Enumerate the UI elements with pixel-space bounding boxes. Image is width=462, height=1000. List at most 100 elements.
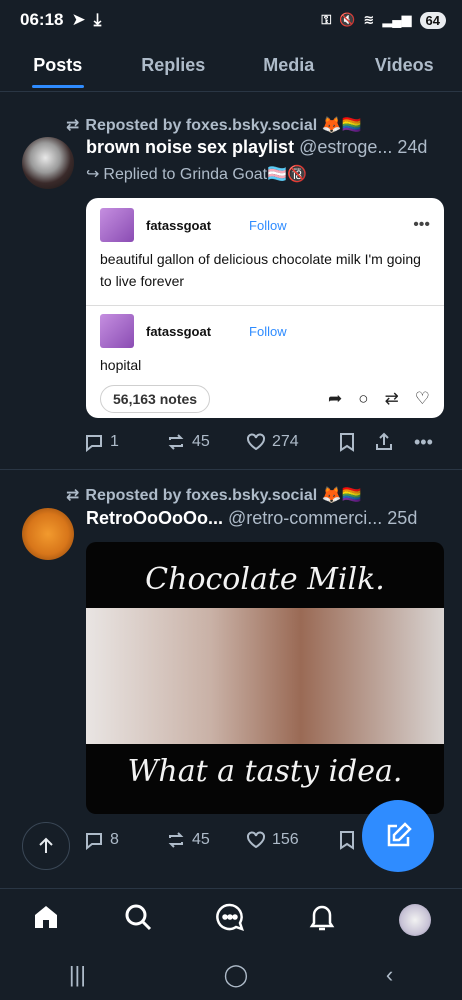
video-bottom-caption: What a tasty idea.: [127, 754, 403, 789]
reply-icon: [86, 435, 102, 452]
reply-button[interactable]: 1: [84, 432, 166, 452]
tumblr-screenshot[interactable]: fatassgoat Follow ••• beautiful gallon o…: [86, 198, 444, 418]
mute-icon: 🔇: [339, 12, 356, 27]
video-top-caption: Chocolate Milk.: [145, 562, 385, 597]
bottom-navigation: [0, 888, 462, 950]
repost-indicator: ⇄ Reposted by foxes.bsky.social 🦊🏳️‍🌈: [66, 485, 361, 505]
profile-tabs: Posts Replies Media Videos: [0, 40, 462, 92]
avatar[interactable]: [22, 137, 74, 189]
wifi-icon: ≋: [363, 12, 375, 27]
scroll-to-top-button[interactable]: [22, 822, 70, 870]
repost-count: 45: [192, 433, 210, 450]
repost-icon: ⇄: [66, 117, 80, 134]
recent-apps-icon[interactable]: |||: [69, 962, 86, 988]
search-icon: [125, 904, 152, 931]
tab-media[interactable]: Media: [231, 40, 347, 91]
home-icon: [35, 906, 57, 928]
reply-count: 1: [110, 433, 119, 450]
timestamp[interactable]: 24d: [397, 137, 427, 158]
bookmark-icon: [340, 831, 354, 850]
search-tab[interactable]: [123, 902, 153, 937]
heart-icon: [247, 433, 265, 451]
chat-tab[interactable]: [215, 902, 245, 937]
embed-footer: 56,163 notes ➦ ○ ⇄ ♡: [86, 376, 444, 418]
embed-username: fatassgoat: [146, 323, 212, 339]
more-icon: •••: [413, 216, 430, 233]
reply-arrow-icon: ↪: [86, 166, 100, 183]
embed-post-header: fatassgoat Follow •••: [86, 198, 444, 242]
timestamp[interactable]: 25d: [387, 508, 417, 529]
reply-icon: [86, 833, 102, 850]
repost-button[interactable]: 45: [166, 830, 246, 850]
profile-avatar: [399, 903, 431, 936]
video-frame: [86, 608, 444, 744]
heart-icon: ♡: [414, 389, 430, 408]
key-icon: ⚿: [321, 12, 332, 27]
battery-indicator: 64: [419, 11, 446, 29]
arrow-up-icon: [39, 837, 53, 853]
download-icon: ⤓: [93, 10, 102, 29]
embed-follow-button: Follow: [249, 217, 287, 233]
tab-posts[interactable]: Posts: [0, 40, 116, 91]
like-button[interactable]: 274: [246, 432, 338, 452]
notes-count: 56,163 notes: [100, 385, 211, 413]
embed-reblog-header: fatassgoat Follow: [86, 306, 444, 348]
bookmark-icon: [340, 433, 354, 452]
notifications-tab[interactable]: [307, 902, 337, 937]
embed-text: beautiful gallon of delicious chocolate …: [100, 251, 421, 289]
share-icon: [376, 432, 392, 450]
share-icon: ➦: [327, 389, 343, 408]
display-name[interactable]: RetroOoOoOo...: [86, 508, 223, 529]
reblog-icon: ⇄: [384, 389, 399, 408]
repost-label: Reposted by foxes.bsky.social 🦊🏳️‍🌈: [85, 487, 362, 504]
repost-icon: [168, 832, 184, 848]
display-name[interactable]: brown noise sex playlist: [86, 137, 294, 158]
handle[interactable]: @retro-commerci...: [228, 508, 382, 529]
embed-avatar: [100, 314, 134, 348]
bookmark-button[interactable]: [338, 432, 374, 452]
more-icon: •••: [414, 431, 433, 452]
back-icon[interactable]: ‹: [386, 962, 393, 988]
embed-reblog-text: hopital: [100, 357, 142, 373]
post-header: brown noise sex playlist @estroge... 24d: [86, 137, 448, 158]
tab-videos[interactable]: Videos: [347, 40, 462, 91]
embed-avatar: [100, 208, 134, 242]
repost-icon: ⇄: [66, 487, 80, 504]
heart-icon: [247, 831, 265, 849]
reply-context[interactable]: ↪ Replied to Grinda Goat🏳️‍⚧️🔞: [86, 164, 307, 184]
bell-icon: [309, 905, 335, 931]
like-button[interactable]: 156: [246, 830, 338, 850]
post-header: RetroOoOoOo... @retro-commerci... 25d: [86, 508, 448, 529]
more-button[interactable]: •••: [414, 432, 433, 453]
profile-tab[interactable]: [399, 903, 431, 936]
video-player[interactable]: Chocolate Milk. What a tasty idea.: [86, 542, 444, 814]
share-button[interactable]: [374, 432, 414, 452]
embed-username: fatassgoat: [146, 217, 212, 233]
reply-button[interactable]: 8: [84, 830, 166, 850]
repost-icon: [168, 434, 184, 450]
handle[interactable]: @estroge...: [299, 137, 392, 158]
home-tab[interactable]: [31, 902, 61, 937]
repost-count: 45: [192, 831, 210, 848]
post-1[interactable]: ⇄ Reposted by foxes.bsky.social 🦊🏳️‍🌈 br…: [0, 100, 462, 470]
post-actions: 1 45 274 •••: [84, 428, 444, 456]
reply-to-label: Replied to Grinda Goat🏳️‍⚧️🔞: [103, 166, 307, 183]
repost-label: Reposted by foxes.bsky.social 🦊🏳️‍🌈: [85, 117, 362, 134]
embed-follow-button: Follow: [249, 323, 287, 339]
avatar[interactable]: [22, 508, 74, 560]
reply-count: 8: [110, 831, 119, 848]
clock: 06:18: [20, 10, 64, 29]
status-bar: 06:18 ➤ ⤓ ⚿ 🔇 ≋ ▂▄▆ 64: [0, 0, 462, 40]
tab-replies[interactable]: Replies: [116, 40, 232, 91]
compose-icon: [387, 822, 412, 847]
like-count: 156: [272, 831, 299, 848]
system-navigation: ||| ◯ ‹: [0, 950, 462, 1000]
repost-indicator: ⇄ Reposted by foxes.bsky.social 🦊🏳️‍🌈: [66, 115, 361, 135]
home-circle-icon[interactable]: ◯: [224, 962, 249, 988]
chat-icon: [216, 903, 244, 931]
repost-button[interactable]: 45: [166, 432, 246, 452]
signal-icon: ▂▄▆: [382, 12, 412, 27]
telegram-icon: ➤: [71, 10, 86, 29]
compose-button[interactable]: [362, 800, 434, 872]
like-count: 274: [272, 433, 299, 450]
